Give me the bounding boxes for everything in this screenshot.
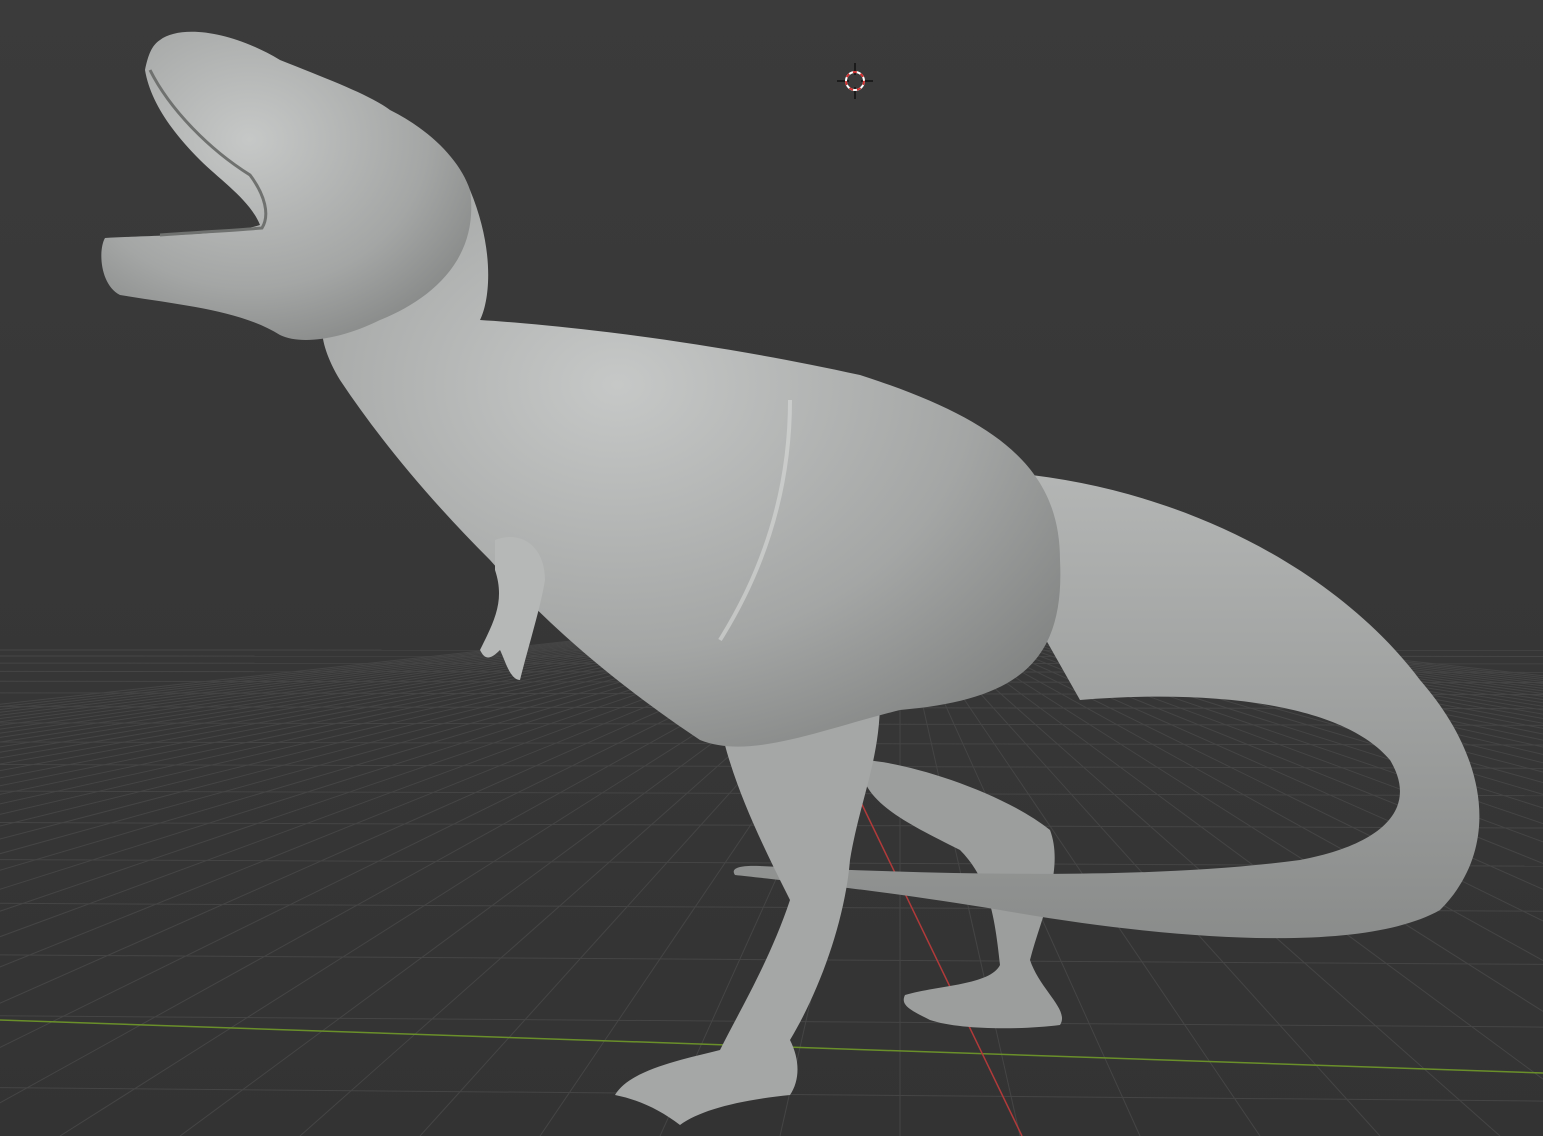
viewport-canvas[interactable] [0, 0, 1543, 1136]
3d-viewport[interactable] [0, 0, 1543, 1136]
